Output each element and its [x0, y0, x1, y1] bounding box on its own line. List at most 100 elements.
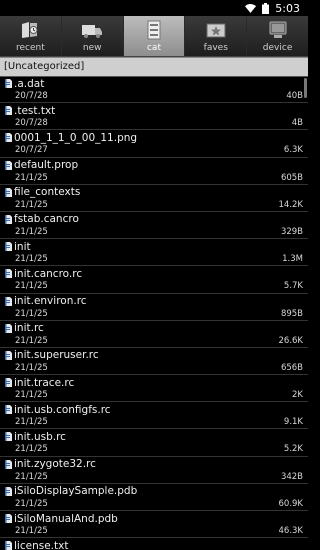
- document-icon: [5, 405, 12, 415]
- file-row[interactable]: init 21/1/25 1.3M: [0, 239, 308, 267]
- file-row[interactable]: init.environ.rc 21/1/25 895B: [0, 294, 308, 321]
- tab-recent-label: recent: [16, 43, 45, 53]
- file-name: init.usb.rc: [14, 430, 66, 443]
- file-date: 21/1/25: [15, 362, 48, 373]
- document-icon: [5, 350, 12, 360]
- file-name: init.environ.rc: [14, 295, 87, 307]
- file-name: .test.txt: [14, 104, 56, 117]
- document-icon: [5, 323, 12, 333]
- tab-device[interactable]: device: [247, 16, 308, 56]
- file-row-meta: 21/1/25 60.9K: [5, 499, 308, 510]
- tab-cat[interactable]: cat: [123, 16, 186, 56]
- file-row-meta: 20/7/28 40B: [5, 91, 308, 102]
- file-date: 21/1/25: [15, 444, 48, 455]
- file-name: iSiloManualAnd.pdb: [14, 512, 118, 525]
- file-date: 21/1/25: [15, 526, 48, 536]
- file-row[interactable]: 0001_1_1_0_00_11.png 20/7/27 6.3K: [0, 130, 308, 158]
- file-name: fstab.cancro: [14, 213, 79, 226]
- file-row[interactable]: init.zygote32.rc 21/1/25 342B: [0, 457, 308, 484]
- file-name: 0001_1_1_0_00_11.png: [14, 131, 138, 144]
- file-size: 605B: [280, 172, 303, 183]
- file-row[interactable]: fstab.cancro 21/1/25 329B: [0, 212, 308, 240]
- tab-new-label: new: [82, 43, 102, 53]
- file-size: 895B: [280, 308, 303, 319]
- file-size: 1.3M: [282, 254, 303, 265]
- file-name: license.txt: [14, 539, 69, 550]
- file-row-header: file_contexts: [5, 185, 308, 200]
- file-name: init.superuser.rc: [14, 349, 99, 362]
- tab-bar: recent new cat faves device: [0, 16, 308, 57]
- file-name: iSiloDisplaySample.pdb: [14, 485, 138, 498]
- file-name: init.trace.rc: [14, 376, 75, 389]
- file-row-header: init.usb.rc: [5, 429, 308, 444]
- file-row-meta: 21/1/25 9.1K: [5, 417, 308, 428]
- file-date: 21/1/25: [15, 471, 48, 482]
- file-row[interactable]: iSiloManualAnd.pdb 21/1/25 46.3K: [0, 511, 308, 539]
- file-row-meta: 21/1/25 329B: [5, 227, 308, 238]
- tab-faves[interactable]: faves: [185, 16, 248, 56]
- scrollbar[interactable]: [304, 78, 307, 98]
- file-row[interactable]: .test.txt 20/7/28 4B: [0, 103, 308, 131]
- file-row-header: .test.txt: [5, 103, 308, 118]
- file-row-header: init.environ.rc: [5, 294, 308, 309]
- file-row-meta: 20/7/27 6.3K: [5, 145, 308, 156]
- file-row-header: .a.dat: [5, 76, 308, 91]
- file-size: 6.3K: [283, 145, 303, 156]
- file-size: 60.9K: [278, 498, 304, 509]
- file-date: 21/1/25: [15, 335, 48, 346]
- file-row-header: 0001_1_1_0_00_11.png: [5, 130, 308, 145]
- file-row-header: iSiloManualAnd.pdb: [5, 511, 308, 526]
- file-date: 21/1/25: [15, 226, 48, 237]
- file-row[interactable]: default.prop 21/1/25 605B: [0, 158, 308, 185]
- document-icon: [5, 296, 12, 306]
- file-row-meta: 21/1/25 342B: [5, 472, 308, 483]
- faves-icon: [204, 19, 228, 41]
- file-row[interactable]: .a.dat 20/7/28 40B: [0, 76, 308, 104]
- file-date: 21/1/25: [15, 254, 48, 265]
- battery-icon: [262, 2, 270, 14]
- file-row-header: init.cancro.rc: [5, 266, 308, 281]
- file-row[interactable]: init.usb.rc 21/1/25 5.2K: [0, 429, 308, 457]
- file-row[interactable]: init.trace.rc 21/1/25 2K: [0, 375, 308, 403]
- new-icon: [80, 19, 104, 41]
- file-date: 21/1/25: [15, 281, 48, 292]
- file-row[interactable]: license.txt: [0, 538, 308, 550]
- file-row[interactable]: init.usb.configfs.rc 21/1/25 9.1K: [0, 402, 308, 430]
- status-time: 5:03: [275, 1, 300, 15]
- tab-recent[interactable]: recent: [0, 16, 62, 56]
- file-name: init: [14, 240, 31, 253]
- file-row[interactable]: init.superuser.rc 21/1/25 656B: [0, 348, 308, 376]
- file-row[interactable]: init.rc 21/1/25 26.6K: [0, 321, 308, 348]
- document-icon: [5, 541, 12, 550]
- file-row[interactable]: iSiloDisplaySample.pdb 21/1/25 60.9K: [0, 484, 308, 511]
- file-row-header: init.zygote32.rc: [5, 457, 308, 472]
- file-row[interactable]: file_contexts 21/1/25 14.2K: [0, 185, 308, 212]
- file-row-meta: 21/1/25 2K: [5, 390, 308, 401]
- file-row-header: license.txt: [5, 538, 308, 550]
- file-row-meta: 20/7/28 4B: [5, 118, 308, 129]
- category-header[interactable]: [Uncategorized]: [0, 57, 308, 77]
- file-name: init.cancro.rc: [14, 267, 83, 280]
- tab-faves-label: faves: [203, 43, 228, 53]
- file-row-meta: 21/1/25 5.2K: [5, 444, 308, 455]
- file-row-header: default.prop: [5, 158, 308, 173]
- file-size: 342B: [280, 471, 303, 482]
- file-date: 21/1/25: [15, 390, 48, 401]
- file-row-meta: 21/1/25 46.3K: [5, 526, 308, 537]
- document-icon: [5, 160, 12, 170]
- file-row[interactable]: init.cancro.rc 21/1/25 5.7K: [0, 266, 308, 294]
- document-icon: [5, 459, 12, 469]
- file-row-header: init.superuser.rc: [5, 348, 308, 363]
- file-row-meta: 21/1/25 895B: [5, 309, 308, 320]
- file-size: 4B: [291, 118, 303, 129]
- wifi-icon: [245, 3, 257, 13]
- file-size: 5.7K: [283, 281, 303, 292]
- file-size: 26.6K: [278, 335, 304, 346]
- document-icon: [5, 242, 12, 252]
- file-row-meta: 21/1/25 14.2K: [5, 200, 308, 211]
- file-row-meta: 21/1/25 656B: [5, 363, 308, 374]
- file-name: default.prop: [14, 159, 79, 172]
- file-row-meta: 21/1/25 1.3M: [5, 254, 308, 265]
- tab-new[interactable]: new: [62, 16, 124, 56]
- file-name: init.usb.configfs.rc: [14, 403, 111, 416]
